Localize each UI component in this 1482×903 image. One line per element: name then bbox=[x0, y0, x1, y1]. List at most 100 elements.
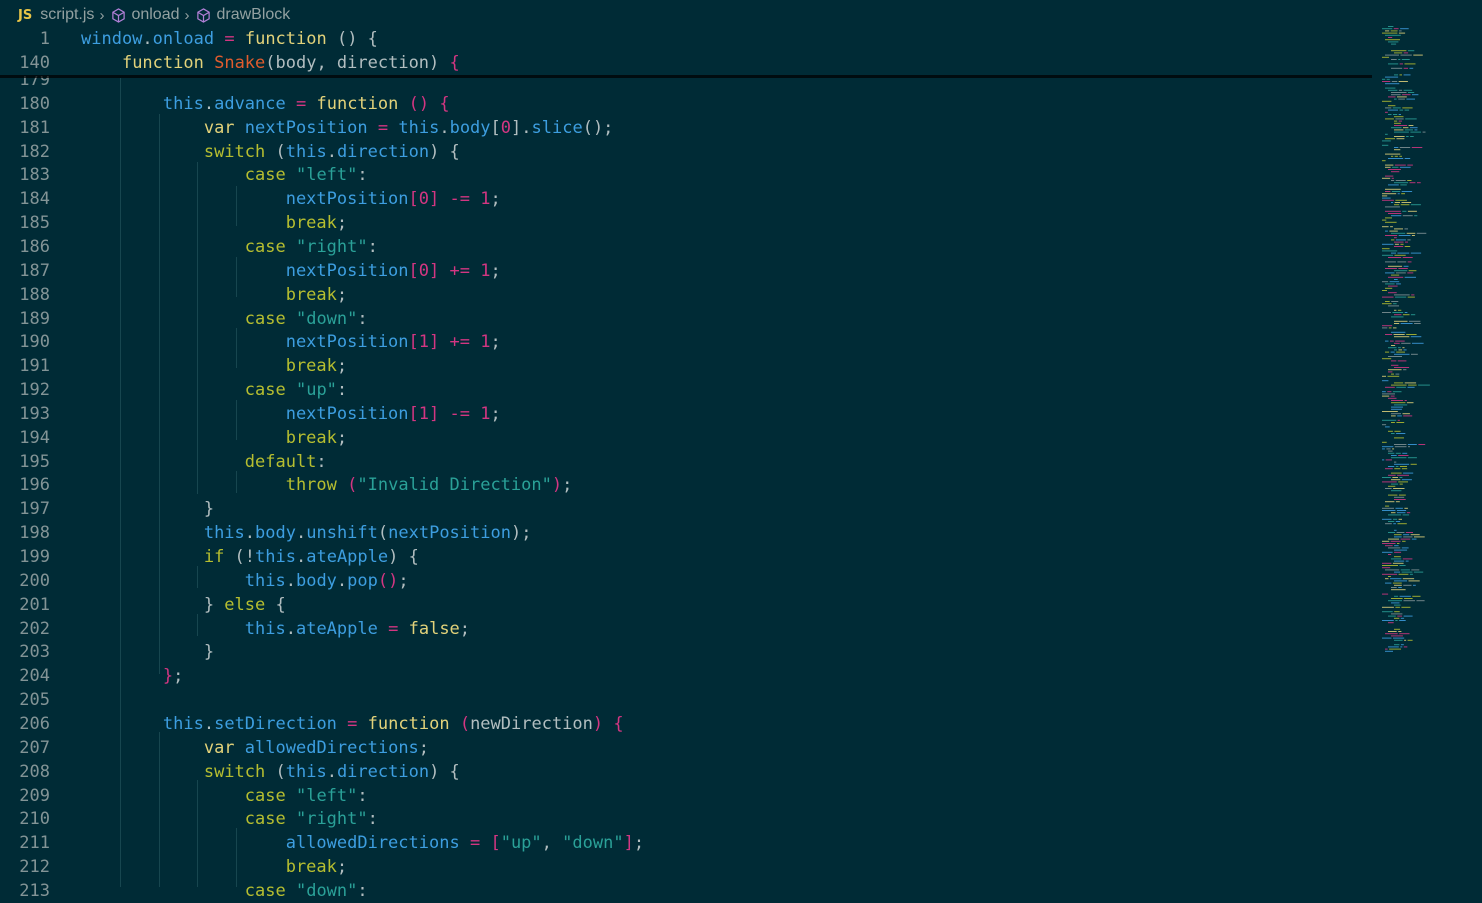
code-line[interactable]: 201 } else { bbox=[0, 593, 1372, 617]
code-editor[interactable]: 179 180 this.advance = function () {181 v… bbox=[0, 0, 1372, 901]
breadcrumb-symbol-onload[interactable]: onload bbox=[131, 6, 179, 24]
minimap[interactable] bbox=[1380, 24, 1476, 664]
minimap-line bbox=[1394, 496, 1405, 498]
minimap-line bbox=[1412, 595, 1421, 597]
code-line[interactable]: 180 this.advance = function () { bbox=[0, 92, 1372, 116]
minimap-line bbox=[1410, 136, 1414, 137]
code-line[interactable]: 195 default: bbox=[0, 450, 1372, 474]
sticky-scroll-line[interactable]: 140 function Snake(body, direction) { bbox=[0, 51, 1372, 75]
minimap-line bbox=[1396, 532, 1405, 533]
minimap-line bbox=[1394, 628, 1401, 630]
breadcrumb-symbol-drawblock[interactable]: drawBlock bbox=[216, 6, 290, 24]
minimap-line bbox=[1397, 96, 1407, 98]
code-line[interactable]: 182 switch (this.direction) { bbox=[0, 140, 1372, 164]
code-token: body bbox=[295, 571, 337, 591]
code-line[interactable]: 186 case "right": bbox=[0, 235, 1372, 259]
code-line[interactable]: 188 break; bbox=[0, 283, 1372, 307]
code-line[interactable]: 210 case "right": bbox=[0, 807, 1372, 831]
minimap-line bbox=[1396, 422, 1405, 423]
minimap-line bbox=[1382, 177, 1391, 179]
minimap-line bbox=[1395, 452, 1401, 454]
code-line[interactable]: 203 } bbox=[0, 640, 1372, 664]
minimap-line bbox=[1418, 444, 1426, 445]
line-code: break; bbox=[81, 426, 347, 450]
minimap-line bbox=[1394, 136, 1405, 137]
minimap-line bbox=[1394, 545, 1399, 547]
code-token: ; bbox=[490, 261, 501, 281]
minimap-line bbox=[1388, 257, 1402, 258]
line-number: 210 bbox=[19, 809, 50, 829]
code-token: ) bbox=[592, 714, 604, 734]
code-line[interactable]: 213 case "down": bbox=[0, 879, 1372, 903]
minimap-line bbox=[1388, 576, 1391, 577]
code-token: { bbox=[439, 94, 450, 114]
code-token: . bbox=[326, 762, 337, 782]
code-line[interactable]: 193 nextPosition[1] -= 1; bbox=[0, 402, 1372, 426]
code-line[interactable]: 192 case "up": bbox=[0, 378, 1372, 402]
code-token: nextPosition bbox=[285, 261, 409, 281]
minimap-line bbox=[1385, 301, 1390, 302]
minimap-line bbox=[1394, 529, 1397, 531]
minimap-line bbox=[1397, 543, 1400, 544]
minimap-line bbox=[1394, 595, 1399, 597]
code-line[interactable]: 189 case "down": bbox=[0, 307, 1372, 331]
breadcrumb-file[interactable]: script.js bbox=[40, 6, 94, 24]
code-line[interactable]: 207 var allowedDirections; bbox=[0, 736, 1372, 760]
code-token: 1 bbox=[480, 189, 491, 209]
minimap-line bbox=[1396, 433, 1406, 434]
code-token: ( bbox=[265, 142, 286, 162]
code-line[interactable]: 212 break; bbox=[0, 855, 1372, 879]
minimap-line bbox=[1396, 351, 1405, 353]
code-line[interactable]: 202 this.ateApple = false; bbox=[0, 617, 1372, 641]
code-line[interactable]: 206 this.setDirection = function (newDir… bbox=[0, 712, 1372, 736]
code-line[interactable]: 209 case "left": bbox=[0, 784, 1372, 808]
code-line[interactable]: 185 break; bbox=[0, 211, 1372, 235]
code-token: 0 bbox=[418, 261, 430, 281]
code-line[interactable]: 200 this.body.pop(); bbox=[0, 569, 1372, 593]
minimap-line bbox=[1394, 74, 1398, 76]
minimap-line bbox=[1391, 59, 1397, 60]
code-token: function bbox=[316, 94, 399, 114]
minimap-line bbox=[1394, 639, 1403, 641]
minimap-line bbox=[1382, 219, 1387, 221]
code-line[interactable]: 194 break; bbox=[0, 426, 1372, 450]
minimap-line bbox=[1394, 534, 1402, 536]
code-line[interactable]: 196 throw ("Invalid Direction"); bbox=[0, 473, 1372, 497]
minimap-line bbox=[1394, 551, 1402, 553]
minimap-line bbox=[1382, 540, 1390, 542]
code-line[interactable]: 197 } bbox=[0, 497, 1372, 521]
minimap-line bbox=[1413, 571, 1424, 573]
minimap-line bbox=[1394, 323, 1400, 324]
chevron-right-icon: › bbox=[184, 6, 190, 24]
minimap-line bbox=[1407, 444, 1417, 445]
code-line[interactable]: 183 case "left": bbox=[0, 163, 1372, 187]
code-line[interactable]: 190 nextPosition[1] += 1; bbox=[0, 330, 1372, 354]
code-token: nextPosition bbox=[285, 404, 409, 424]
code-line[interactable]: 208 switch (this.direction) { bbox=[0, 760, 1372, 784]
code-token: } bbox=[81, 642, 215, 662]
minimap-line bbox=[1405, 560, 1409, 562]
code-line[interactable]: 191 break; bbox=[0, 354, 1372, 378]
code-line[interactable]: 204 }; bbox=[0, 664, 1372, 688]
code-line[interactable]: 199 if (!this.ateApple) { bbox=[0, 545, 1372, 569]
code-line[interactable]: 187 nextPosition[0] += 1; bbox=[0, 259, 1372, 283]
minimap-line bbox=[1402, 210, 1407, 212]
code-line[interactable]: 198 this.body.unshift(nextPosition); bbox=[0, 521, 1372, 545]
minimap-line bbox=[1394, 294, 1410, 296]
code-token: ; bbox=[490, 189, 501, 209]
line-number: 211 bbox=[19, 833, 50, 853]
minimap-line bbox=[1385, 118, 1394, 120]
sticky-scroll-line[interactable]: 1 window.onload = function () { bbox=[0, 27, 1372, 51]
code-line[interactable]: 181 var nextPosition = this.body[0].slic… bbox=[0, 116, 1372, 140]
code-line[interactable]: 184 nextPosition[0] -= 1; bbox=[0, 187, 1372, 211]
minimap-line bbox=[1411, 569, 1420, 571]
line-code: } bbox=[81, 640, 214, 664]
minimap-line bbox=[1392, 448, 1395, 450]
code-line[interactable]: 211 allowedDirections = ["up", "down"]; bbox=[0, 831, 1372, 855]
code-line[interactable]: 205 bbox=[0, 688, 1372, 712]
